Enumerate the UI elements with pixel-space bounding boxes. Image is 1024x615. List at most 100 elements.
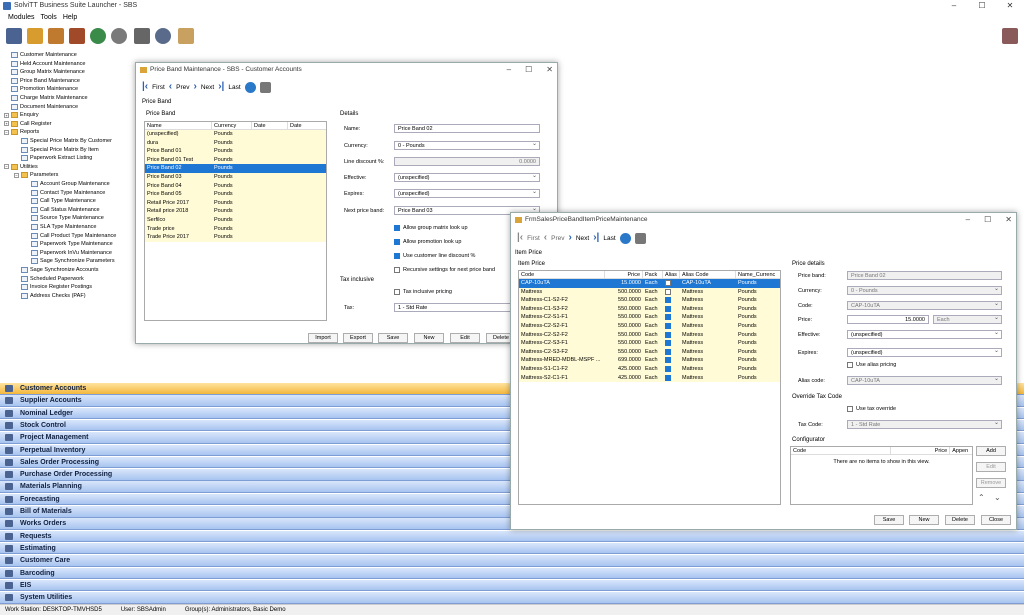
table-row[interactable]: Mattress-C2-S3-F2 550.0000 Each Mattress Pou… (519, 347, 780, 357)
tree-item[interactable]: Paperwork Type Maintenance (24, 240, 113, 248)
first-button[interactable]: First (527, 235, 540, 242)
tree-item[interactable]: Held Account Maintenance (4, 60, 85, 68)
boxes-icon[interactable] (178, 28, 194, 44)
tree-item[interactable]: Document Maintenance (4, 103, 78, 111)
tree-item[interactable]: − Parameters (14, 171, 58, 179)
table-row[interactable]: Mattress-C2-S2-F1 550.0000 Each Mattress Pou… (519, 321, 780, 331)
refresh-icon[interactable] (244, 81, 256, 93)
table-row[interactable]: Mattress-C1-S3-F2 550.0000 Each Mattress Pou… (519, 304, 780, 314)
col-price[interactable]: Price (605, 271, 643, 278)
module-bar[interactable]: Customer Care (0, 555, 1024, 567)
tree-item[interactable]: Special Price Matrix By Item (14, 146, 99, 154)
tax-inclusive-checkbox[interactable]: Tax inclusive pricing (394, 289, 452, 295)
expander-icon[interactable]: + (4, 112, 9, 118)
maximize-button[interactable]: ☐ (968, 0, 996, 12)
tree-item[interactable]: Call Type Maintenance (24, 197, 96, 205)
next-button[interactable]: Next (201, 84, 214, 91)
expires-date[interactable]: (unspecified) (847, 347, 1002, 357)
col-alias[interactable]: Alias (663, 271, 680, 278)
menu-modules[interactable]: Modules (8, 12, 34, 23)
support-icon[interactable] (155, 28, 171, 44)
print-icon[interactable] (259, 81, 271, 93)
tree-item[interactable]: Source Type Maintenance (24, 214, 104, 222)
table-row[interactable]: Mattress-C2-S2-F2 550.0000 Each Mattress Pou… (519, 330, 780, 340)
table-row[interactable]: Price Band 04 Pounds (145, 181, 326, 191)
table-row[interactable]: dura Pounds (145, 138, 326, 148)
alias-checkbox[interactable] (665, 374, 671, 381)
close-button[interactable]: ✕ (546, 65, 553, 74)
menu-help[interactable]: Help (63, 12, 77, 23)
module-bar[interactable]: Requests (0, 530, 1024, 543)
expander-icon[interactable]: + (4, 121, 9, 127)
grid-icon[interactable] (6, 28, 22, 44)
use-alias-pricing-checkbox[interactable]: Use alias pricing (847, 362, 896, 368)
table-row[interactable]: Mattress-C1-S2-F2 550.0000 Each Mattress Pou… (519, 296, 780, 305)
next-button[interactable]: Next (576, 235, 589, 242)
allow-promotion-checkbox[interactable]: Allow promotion look up (394, 239, 461, 245)
delete-button[interactable]: Delete (945, 515, 975, 525)
tree-item[interactable]: Price Band Maintenance (4, 77, 80, 85)
col-currency[interactable]: Name_Currenc (736, 271, 780, 278)
expander-icon[interactable]: − (14, 172, 19, 178)
allow-group-matrix-checkbox[interactable]: Allow group matrix look up (394, 225, 468, 231)
tree-item[interactable]: Customer Maintenance (4, 51, 77, 59)
prev-icon[interactable]: ‹ (169, 82, 172, 92)
prev-button[interactable]: Prev (551, 235, 564, 242)
price-field[interactable]: 15.0000 (847, 315, 929, 324)
table-row[interactable]: Mattress 500.0000 Each Mattress Pounds (519, 287, 780, 297)
tree-item[interactable]: Call Status Maintenance (24, 206, 100, 214)
expander-icon[interactable]: − (4, 164, 9, 170)
first-icon[interactable]: |‹ (142, 82, 148, 92)
table-row[interactable]: Mattress-C2-S3-F1 550.0000 Each Mattress Pou… (519, 339, 780, 348)
alias-checkbox[interactable] (665, 297, 671, 304)
prev-icon[interactable]: ‹ (544, 233, 547, 243)
cfg-col-price[interactable]: Price (891, 447, 951, 454)
table-row[interactable]: Mattress-MRED-MDBL-MSPF ... 699.0000 Each M… (519, 356, 780, 365)
alias-checkbox[interactable] (665, 280, 671, 286)
alias-checkbox[interactable] (665, 322, 671, 329)
refresh-icon[interactable] (619, 232, 631, 244)
table-row[interactable]: Price Band 02 Pounds (145, 164, 326, 173)
tree-item[interactable]: Paperwork InVu Maintenance (24, 249, 112, 257)
list-icon[interactable] (27, 28, 43, 44)
new-button[interactable]: New (414, 333, 444, 343)
close-button[interactable]: ✕ (1005, 215, 1012, 224)
cfg-edit-button[interactable]: Edit (976, 462, 1006, 472)
book-icon[interactable] (69, 28, 85, 44)
alias-checkbox[interactable] (665, 357, 671, 364)
use-tax-override-checkbox[interactable]: Use tax override (847, 406, 896, 412)
new-button[interactable]: New (909, 515, 939, 525)
module-bar[interactable]: EIS (0, 579, 1024, 592)
tree-item[interactable]: Contact Type Maintenance (24, 189, 105, 197)
configurator-grid[interactable]: Code Price Appen There are no items to s… (790, 446, 973, 505)
first-button[interactable]: First (152, 84, 165, 91)
name-field[interactable]: Price Band 02 (394, 124, 540, 133)
col-currency[interactable]: Currency (212, 122, 252, 129)
remove-button[interactable]: Remove (976, 478, 1006, 488)
export-button[interactable]: Export (343, 333, 373, 343)
col-date-2[interactable]: Date (288, 122, 326, 129)
alias-checkbox[interactable] (665, 365, 671, 372)
tree-item[interactable]: Call Product Type Maintenance (24, 232, 116, 240)
expander-icon[interactable]: − (4, 129, 9, 135)
discount-field[interactable]: 0.0000 (394, 157, 540, 166)
tab-price-band[interactable]: Price Band (142, 99, 171, 105)
table-row[interactable]: Price Band 01 Pounds (145, 147, 326, 156)
table-row[interactable]: (unspecified) Pounds (145, 130, 326, 139)
maximize-button[interactable]: ☐ (525, 65, 532, 74)
table-row[interactable]: Trade Price 2017 Pounds (145, 233, 326, 242)
last-button[interactable]: Last (228, 84, 240, 91)
tab-item-price[interactable]: Item Price (515, 250, 542, 256)
tree-item[interactable]: + Enquiry (4, 111, 39, 119)
minimize-button[interactable]: – (966, 215, 970, 224)
save-button[interactable]: Save (874, 515, 904, 525)
use-customer-discount-checkbox[interactable]: Use customer line discount % (394, 253, 475, 259)
tree-item[interactable]: SLA Type Maintenance (24, 223, 96, 231)
recursive-settings-checkbox[interactable]: Recursive settings for next price band (394, 267, 495, 273)
edit-button[interactable]: Edit (450, 333, 480, 343)
col-date[interactable]: Date (252, 122, 288, 129)
tree-item[interactable]: Paperwork Extract Listing (14, 154, 92, 162)
clipboard-icon[interactable] (134, 28, 150, 44)
module-bar[interactable]: Barcoding (0, 567, 1024, 579)
price-band-grid[interactable]: Name Currency Date Date (unspecified) Pou… (144, 121, 327, 321)
